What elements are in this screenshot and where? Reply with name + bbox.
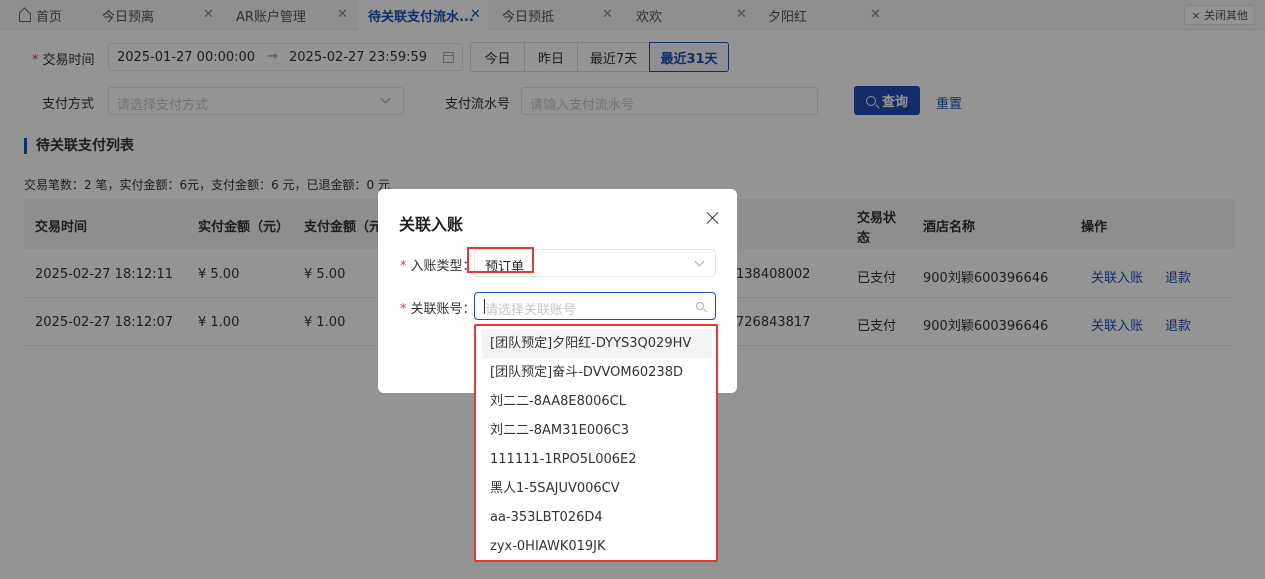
dropdown-option[interactable]: 黑人1-5SAJUV006CV <box>482 474 712 503</box>
dropdown-option[interactable]: 刘二二-8AA8E8006CL <box>482 387 712 416</box>
dropdown-option[interactable]: aa-353LBT026D4 <box>482 503 712 532</box>
close-icon[interactable] <box>706 211 720 225</box>
entry-type-label: * 入账类型： <box>400 259 476 274</box>
dropdown-option[interactable]: 111111-1RPO5L006E2 <box>482 445 712 474</box>
dialog-title: 关联入账 <box>399 215 464 234</box>
dropdown-option[interactable]: 刘二二-8AM31E006C3 <box>482 416 712 445</box>
account-select[interactable]: 请选择关联账号 <box>474 292 716 320</box>
dropdown-option[interactable]: [团队预定]夕阳红-DYYS3Q029HV <box>482 329 712 358</box>
highlight-box <box>467 247 534 273</box>
chevron-down-icon <box>694 256 705 267</box>
search-icon <box>696 302 704 310</box>
account-label: * 关联账号： <box>400 302 476 317</box>
dropdown-option[interactable]: [团队预定]奋斗-DVVOM60238D <box>482 358 712 387</box>
account-dropdown: [团队预定]夕阳红-DYYS3Q029HV [团队预定]奋斗-DVVOM6023… <box>474 324 718 562</box>
dropdown-option[interactable]: zyx-0HIAWK019JK <box>482 532 712 561</box>
account-placeholder: 请选择关联账号 <box>485 303 577 318</box>
